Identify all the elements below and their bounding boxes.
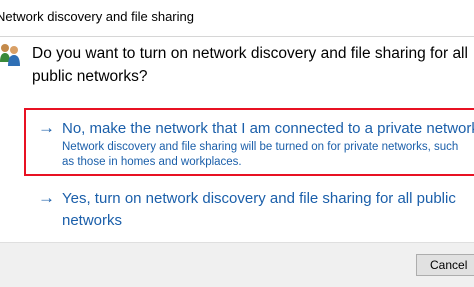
dialog-footer: Cancel [0, 242, 474, 287]
option-description: Network discovery and file sharing will … [62, 141, 459, 168]
dialog-titlebar: Network discovery and file sharing [0, 0, 474, 37]
arrow-right-icon: → [38, 118, 55, 137]
cancel-button[interactable]: Cancel [416, 254, 474, 276]
arrow-right-icon: → [38, 188, 55, 207]
dialog-title: Network discovery and file sharing [0, 9, 194, 24]
option-make-private-network[interactable]: → No, make the network that I am connect… [24, 108, 474, 176]
users-icon [0, 44, 20, 66]
option-title[interactable]: No, make the network that I am connected… [62, 119, 474, 139]
dialog-question: Do you want to turn on network discovery… [32, 45, 468, 85]
option-turn-on-public[interactable]: → Yes, turn on network discovery and fil… [24, 184, 474, 232]
option-title[interactable]: Yes, turn on network discovery and file … [62, 188, 472, 232]
